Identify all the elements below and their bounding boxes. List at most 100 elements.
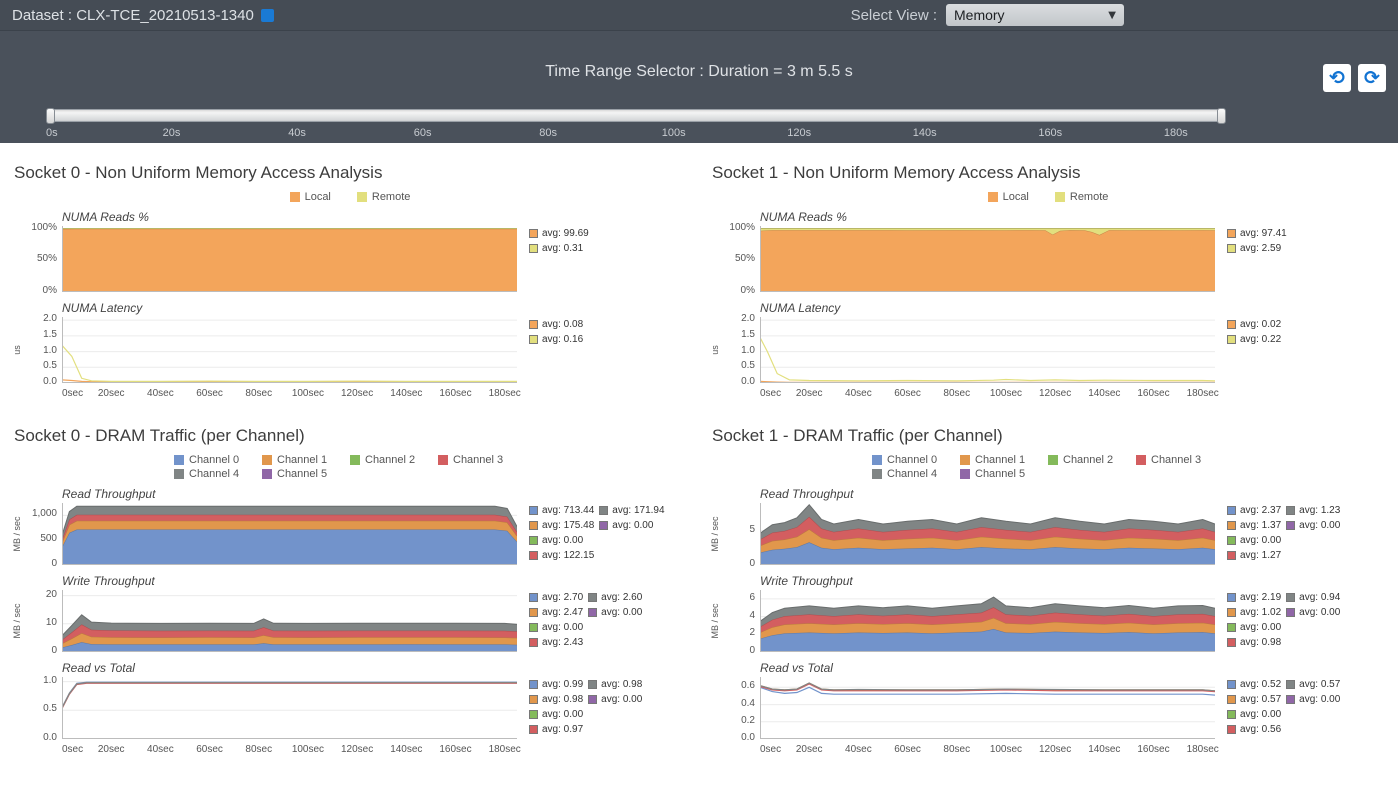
slider-handle-left[interactable] [46, 108, 55, 124]
chart-plot[interactable] [62, 590, 517, 652]
time-range-panel: Time Range Selector : Duration = 3 m 5.5… [0, 30, 1398, 143]
time-tick-label: 140s [913, 127, 937, 139]
avg-swatch [529, 638, 538, 647]
x-tick-label: 160sec [1137, 744, 1169, 755]
y-axis-label-text: MB / sec [710, 603, 720, 638]
avg-value: avg: 2.59 [1240, 243, 1281, 254]
avg-swatch [1286, 521, 1295, 530]
y-tick-label: 1.5 [43, 330, 57, 340]
chart-plot[interactable] [760, 317, 1215, 383]
chart-plot[interactable] [760, 590, 1215, 652]
y-tick-label: 4 [749, 611, 755, 621]
avg-legend-item: avg: 1.37 [1227, 518, 1281, 533]
avg-legend-item: avg: 2.19 [1227, 590, 1281, 605]
select-view-label: Select View : [851, 7, 937, 24]
chart-plot[interactable] [760, 226, 1215, 292]
avg-value: avg: 0.16 [542, 334, 583, 345]
chart-row: MB / sec01020avg: 2.70avg: 2.47avg: 0.00… [10, 590, 690, 654]
chart-block: NUMA Latencyus0.00.51.01.52.0avg: 0.02av… [708, 301, 1388, 401]
zoom-undo-button[interactable]: ⟲ [1323, 64, 1351, 92]
y-tick-label: 50% [37, 254, 57, 264]
legend-swatch [1055, 192, 1065, 202]
legend-swatch [1136, 455, 1146, 465]
chart-plot[interactable] [62, 317, 517, 383]
avg-value: avg: 0.00 [1299, 607, 1340, 618]
y-tick-label: 0 [51, 559, 57, 569]
legend-item: Channel 3 [438, 454, 526, 466]
x-tick-label: 180sec [1187, 388, 1219, 399]
y-tick-label: 0.0 [741, 733, 755, 743]
slider-track[interactable] [46, 109, 1226, 122]
avg-value: avg: 2.37 [1240, 505, 1281, 516]
chart-block: Read ThroughputMB / sec05001,000avg: 713… [10, 487, 690, 567]
legend-label: Channel 4 [887, 468, 937, 480]
y-axis-ticks: 0.00.20.40.6 [722, 677, 760, 739]
x-tick-label: 0sec [62, 744, 83, 755]
panel-legend: LocalRemote [708, 191, 1388, 203]
avg-legend: avg: 0.99avg: 0.98avg: 0.00avg: 0.97avg:… [529, 677, 642, 741]
chart-row: us0.00.51.01.52.0avg: 0.02avg: 0.22 [708, 317, 1388, 385]
avg-value: avg: 171.94 [612, 505, 664, 516]
chart-row: 0.00.20.40.6avg: 0.52avg: 0.57avg: 0.00a… [708, 677, 1388, 741]
x-tick-label: 0sec [760, 388, 781, 399]
avg-swatch [529, 551, 538, 560]
avg-value: avg: 2.60 [601, 592, 642, 603]
avg-value: avg: 0.97 [542, 724, 583, 735]
avg-swatch [599, 521, 608, 530]
y-tick-label: 1.5 [741, 330, 755, 340]
avg-swatch [1286, 593, 1295, 602]
chart-plot[interactable] [760, 503, 1215, 565]
time-range-title: Time Range Selector : Duration = 3 m 5.5… [0, 31, 1398, 81]
avg-swatch [1286, 608, 1295, 617]
avg-value: avg: 0.00 [601, 607, 642, 618]
series-line [760, 337, 1215, 380]
avg-value: avg: 0.56 [1240, 724, 1281, 735]
dataset-edit-icon[interactable] [261, 9, 274, 22]
y-tick-label: 0.0 [43, 377, 57, 387]
avg-legend-item: avg: 0.00 [1286, 692, 1340, 707]
avg-value: avg: 0.57 [1240, 694, 1281, 705]
avg-swatch [529, 680, 538, 689]
chart-plot[interactable] [62, 226, 517, 292]
avg-legend-item: avg: 1.02 [1227, 605, 1281, 620]
avg-value: avg: 1.02 [1240, 607, 1281, 618]
avg-swatch [588, 680, 597, 689]
avg-legend-item: avg: 0.56 [1227, 722, 1281, 737]
avg-swatch [529, 725, 538, 734]
avg-legend-item: avg: 2.47 [529, 605, 583, 620]
time-range-slider[interactable] [46, 109, 1226, 123]
y-tick-label: 0.6 [741, 681, 755, 691]
avg-legend-item: avg: 1.23 [1286, 503, 1340, 518]
slider-handle-right[interactable] [1217, 108, 1226, 124]
avg-value: avg: 0.00 [612, 520, 653, 531]
y-tick-label: 0.5 [43, 361, 57, 371]
legend-item: Channel 5 [960, 468, 1048, 480]
avg-swatch [1227, 229, 1236, 238]
avg-legend: avg: 0.08avg: 0.16 [529, 317, 583, 385]
avg-swatch [1227, 638, 1236, 647]
chart-canvas [62, 317, 517, 383]
y-axis-label-text: us [12, 345, 22, 355]
x-tick-label: 40sec [147, 744, 174, 755]
avg-swatch [588, 695, 597, 704]
zoom-redo-button[interactable]: ⟳ [1358, 64, 1386, 92]
y-tick-label: 0.0 [741, 377, 755, 387]
x-axis-ticks: 0sec20sec40sec60sec80sec100sec120sec140s… [62, 744, 517, 757]
avg-legend: avg: 2.19avg: 1.02avg: 0.00avg: 0.98avg:… [1227, 590, 1340, 654]
avg-legend: avg: 97.41avg: 2.59 [1227, 226, 1287, 294]
x-tick-label: 40sec [845, 388, 872, 399]
avg-value: avg: 2.19 [1240, 592, 1281, 603]
y-axis-ticks: 01020 [24, 590, 62, 652]
legend-swatch [262, 469, 272, 479]
y-tick-label: 0 [749, 559, 755, 569]
chart-plot[interactable] [62, 503, 517, 565]
avg-legend-item: avg: 2.70 [529, 590, 583, 605]
legend-item: Channel 3 [1136, 454, 1224, 466]
view-select-dropdown[interactable]: Memory ▼ [946, 4, 1124, 26]
avg-value: avg: 0.00 [542, 709, 583, 720]
chart-plot[interactable] [760, 677, 1215, 739]
avg-legend-item: avg: 0.97 [529, 722, 583, 737]
chart-plot[interactable] [62, 677, 517, 739]
x-tick-label: 140sec [1088, 388, 1120, 399]
y-axis-ticks: 0.00.51.01.52.0 [24, 317, 62, 383]
